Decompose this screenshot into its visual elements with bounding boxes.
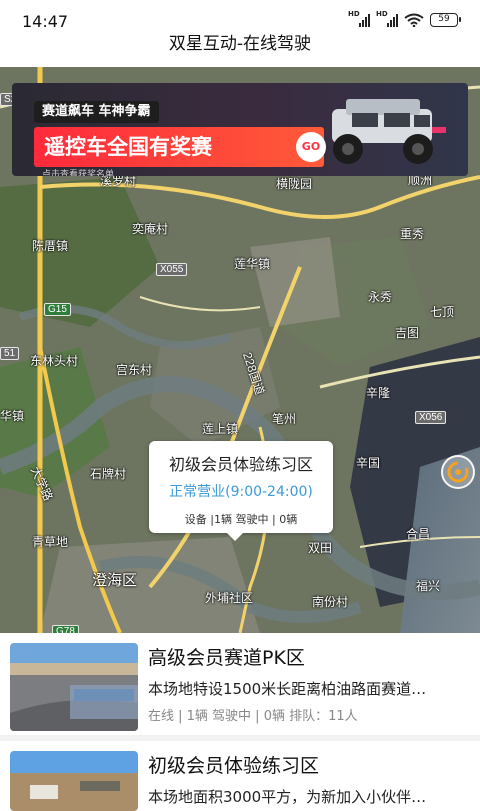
map-label: 青草地: [32, 535, 69, 549]
map-label: 宫东村: [116, 363, 153, 377]
road-tag: G15: [44, 303, 71, 316]
road-tag: 51: [0, 347, 20, 360]
map-label: 横陇园: [276, 177, 313, 191]
rc-car-image: [332, 99, 446, 164]
venue-thumbnail: [10, 643, 138, 731]
popup-venue-name: 初级会员体验练习区: [168, 455, 313, 474]
map-label: 东林头村: [30, 354, 79, 368]
popup-status: 正常营业(9:00-24:00): [169, 484, 313, 500]
map-label: 辛国: [356, 456, 381, 470]
page-title: 双星互动-在线驾驶: [168, 34, 312, 54]
road-tag: X055: [156, 263, 188, 276]
venue-thumbnail: [10, 751, 138, 811]
map-label: 澄海区: [92, 572, 138, 589]
status-bar: 14:47 HD HD 59: [0, 0, 480, 31]
map-label: 外埔社区: [205, 591, 254, 605]
venue-card[interactable]: 高级会员赛道PK区 本场地特设1500米长距离柏油路面赛道… 在线 | 1辆 驾…: [0, 633, 480, 735]
venue-list[interactable]: 高级会员赛道PK区 本场地特设1500米长距离柏油路面赛道… 在线 | 1辆 驾…: [0, 633, 480, 811]
map-label: 七顶: [430, 305, 455, 319]
banner-headline: 遥控车全国有奖赛: [34, 127, 324, 167]
map-label: 华镇: [0, 409, 25, 423]
banner-hint: 点击查看获奖名单: [42, 170, 115, 176]
wifi-icon: [404, 13, 424, 27]
title-bar: 双星互动-在线驾驶: [0, 30, 480, 67]
venue-stats: 在线 | 1辆 驾驶中 | 0辆 排队：11人: [148, 709, 358, 724]
map-label: 重秀: [400, 227, 425, 241]
map-label: 南份村: [312, 595, 349, 609]
venue-description: 本场地面积3000平方，为新加入小伙伴…: [148, 788, 427, 806]
map-label: 笔州: [272, 412, 297, 426]
map-label: 陈厝镇: [32, 239, 69, 253]
map-label: 莲上镇: [202, 422, 239, 436]
map-label: 永秀: [368, 290, 393, 304]
map-label: 双田: [308, 541, 333, 555]
venue-popup[interactable]: 初级会员体验练习区 正常营业(9:00-24:00) 设备 |1辆 驾驶中 | …: [149, 441, 333, 541]
venue-title: 高级会员赛道PK区: [148, 647, 305, 669]
battery-icon: 59: [430, 13, 461, 27]
map-label: 奕庵村: [132, 222, 169, 236]
promo-banner[interactable]: 赛道飙车 车神争霸 遥控车全国有奖赛 GO 点击查看获奖名单: [12, 83, 468, 176]
venue-description: 本场地特设1500米长距离柏油路面赛道…: [148, 680, 427, 698]
map-label: 莲华镇: [234, 257, 271, 271]
map-label: 石牌村: [90, 467, 127, 481]
signal-icon: HD: [348, 10, 370, 27]
location-marker-icon: [447, 461, 469, 483]
map-label: 辛隆: [366, 386, 391, 400]
locate-button[interactable]: [441, 455, 475, 489]
banner-subtitle: 赛道飙车 车神争霸: [34, 101, 159, 123]
map-label: 福兴: [416, 579, 441, 593]
venue-card[interactable]: 初级会员体验练习区 本场地面积3000平方，为新加入小伙伴…: [0, 741, 480, 811]
popup-counts: 设备 |1辆 驾驶中 | 0辆: [184, 513, 298, 526]
signal-icon: HD: [376, 10, 398, 27]
map-label: 合昌: [406, 527, 431, 541]
status-icons: HD HD 59: [348, 10, 461, 27]
road-tag: X056: [415, 411, 447, 424]
clock: 14:47: [22, 12, 69, 31]
road-tag: G78: [52, 625, 79, 633]
venue-title: 初级会员体验练习区: [148, 755, 320, 777]
map-label: 吉图: [395, 326, 420, 340]
